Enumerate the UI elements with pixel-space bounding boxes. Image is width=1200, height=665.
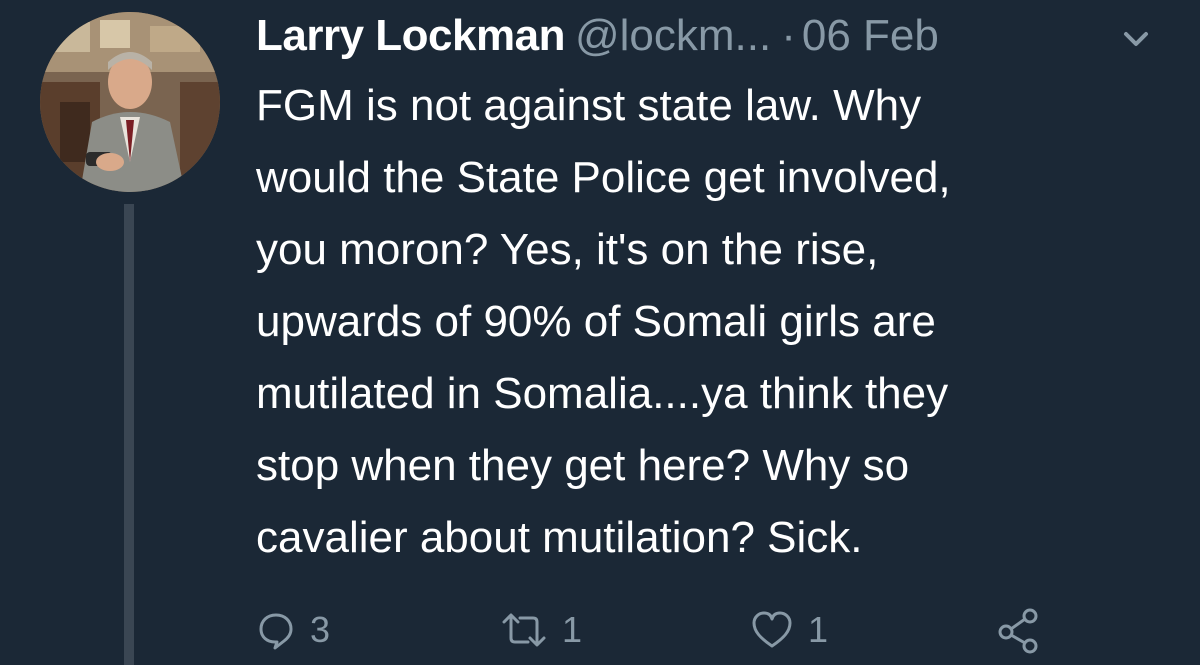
heart-icon [752, 611, 792, 648]
avatar[interactable] [40, 12, 220, 192]
tweet-header: Larry Lockman @lockm... · 06 Feb [256, 6, 1156, 66]
tweet-text-line: upwards of 90% of Somali girls are [256, 297, 936, 346]
tweet-text-line: would the State Police get involved, [256, 153, 951, 202]
tweet-date[interactable]: 06 Feb [802, 11, 939, 60]
like-button[interactable]: 1 [750, 600, 828, 660]
avatar-photo [40, 12, 220, 192]
tweet-actions: 3 1 1 [256, 600, 1156, 660]
like-count: 1 [808, 609, 829, 650]
tweet-text-line: you moron? Yes, it's on the rise, [256, 225, 879, 274]
tweet-text-line: mutilated in Somalia....ya think they [256, 369, 949, 418]
tweet-text-line: cavalier about mutilation? Sick. [256, 513, 863, 562]
retweet-count: 1 [562, 609, 583, 650]
separator: · [781, 11, 796, 60]
tweet[interactable]: Larry Lockman @lockm... · 06 Feb FGM is not… [0, 0, 1200, 665]
share-button[interactable] [994, 600, 1042, 660]
chevron-down-icon[interactable] [1112, 24, 1160, 56]
share-icon [998, 608, 1038, 654]
reply-icon [259, 613, 293, 650]
retweet-icon [502, 613, 546, 647]
retweet-button[interactable]: 1 [500, 600, 582, 660]
reply-button[interactable]: 3 [256, 600, 330, 660]
author-handle[interactable]: @lockm... [575, 11, 771, 60]
tweet-text-line: FGM is not against state law. Why [256, 81, 922, 130]
tweet-text-line: stop when they get here? Why so [256, 441, 910, 490]
tweet-text: FGM is not against state law. Why would … [256, 70, 1156, 574]
thread-line [124, 204, 134, 665]
reply-count: 3 [310, 609, 331, 650]
author-name[interactable]: Larry Lockman [256, 11, 565, 60]
